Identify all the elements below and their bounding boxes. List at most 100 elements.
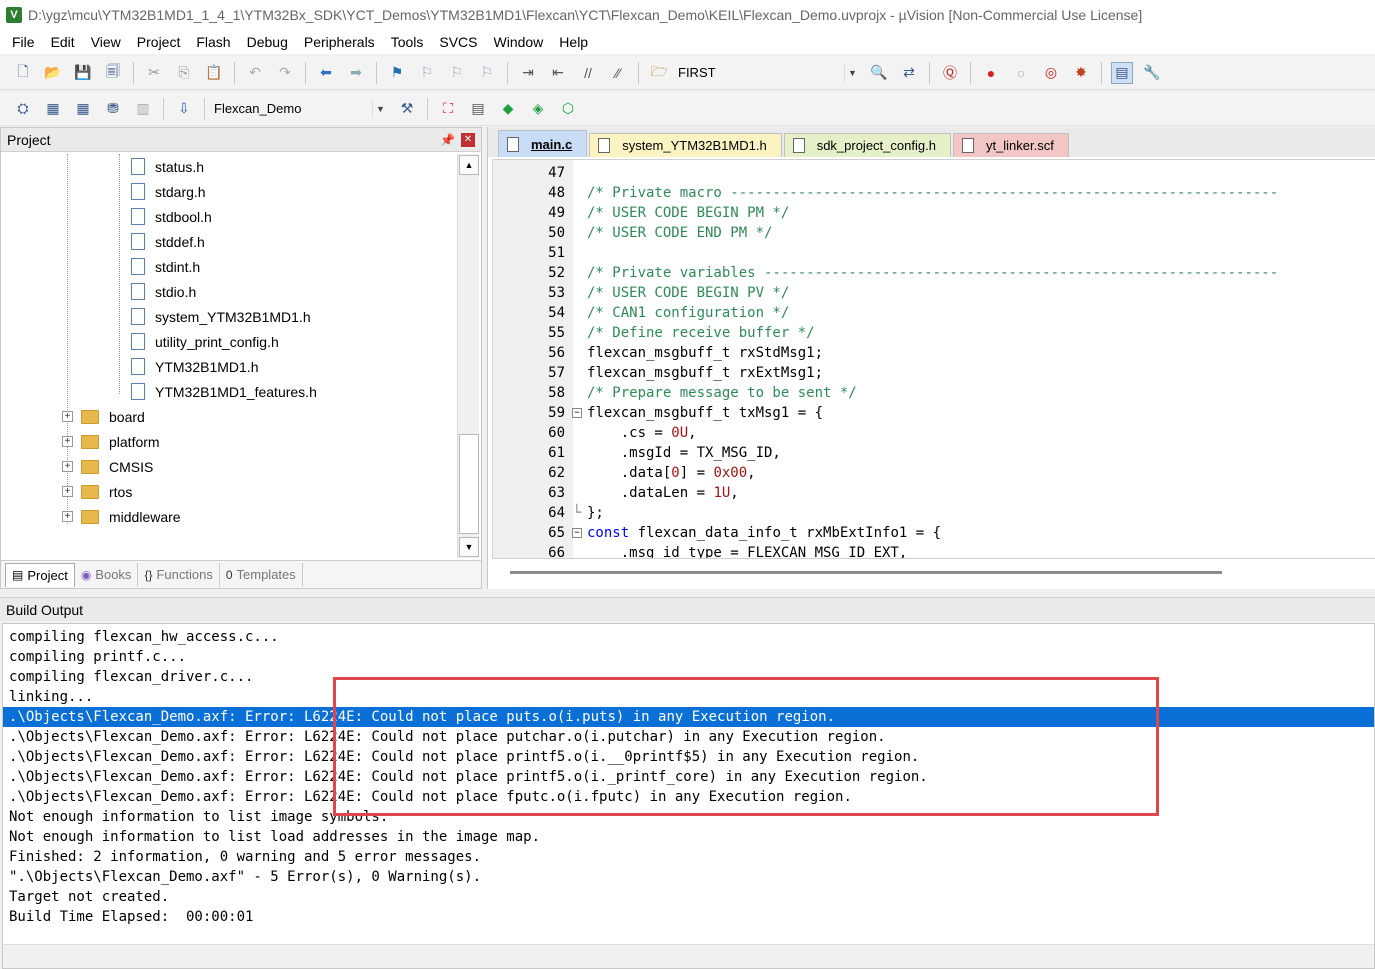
- tree-file-item[interactable]: YTM32B1MD1.h: [131, 354, 258, 379]
- breakpoint-icon[interactable]: ●: [980, 62, 1002, 84]
- close-icon[interactable]: ✕: [461, 132, 475, 147]
- tree-file-item[interactable]: utility_print_config.h: [131, 329, 279, 354]
- download-icon[interactable]: ⇩: [173, 98, 195, 120]
- menu-svcs[interactable]: SVCS: [431, 34, 485, 50]
- debug-session-icon[interactable]: Ⓠ: [939, 62, 961, 84]
- incremental-find-icon[interactable]: ⇄: [898, 62, 920, 84]
- comment-icon[interactable]: //: [577, 62, 599, 84]
- build-output-line[interactable]: Target not created.: [3, 887, 1374, 907]
- manage-project-items-icon[interactable]: ⛶: [437, 98, 459, 120]
- file-extensions-icon[interactable]: ▤: [467, 98, 489, 120]
- editor-horizontal-scrollbar[interactable]: [510, 571, 1222, 574]
- menu-debug[interactable]: Debug: [239, 34, 296, 50]
- bookmark-icon[interactable]: ⚑: [386, 62, 408, 84]
- find-combo[interactable]: FIRST ▼: [674, 62, 864, 84]
- tab-project[interactable]: ▤ Project: [5, 562, 75, 587]
- copy-icon[interactable]: ⎘: [173, 62, 195, 84]
- target-select[interactable]: Flexcan_Demo ▼: [210, 98, 392, 120]
- menu-project[interactable]: Project: [129, 34, 189, 50]
- project-tree-scrollbar[interactable]: ▲ ▼: [457, 154, 479, 558]
- build-output-line[interactable]: Build Time Elapsed: 00:00:01: [3, 907, 1374, 927]
- build-output-line[interactable]: Not enough information to list load addr…: [3, 827, 1374, 847]
- undo-icon[interactable]: ↶: [244, 62, 266, 84]
- code-area[interactable]: 47 48 /* Private macro -------------------…: [492, 159, 1375, 559]
- target-options-icon[interactable]: ⚒: [396, 98, 418, 120]
- back-arrow-icon[interactable]: ⬅: [315, 62, 337, 84]
- tree-file-item[interactable]: stdbool.h: [131, 204, 212, 229]
- tab-system-h[interactable]: system_YTM32B1MD1.h: [589, 133, 782, 157]
- batch-build-icon[interactable]: ⛃: [102, 98, 124, 120]
- tree-folder-cmsis[interactable]: + CMSIS: [62, 454, 153, 479]
- menu-peripherals[interactable]: Peripherals: [296, 34, 383, 50]
- tab-books[interactable]: ◉ Books: [75, 562, 139, 587]
- disable-breakpoint-icon[interactable]: ○: [1010, 62, 1032, 84]
- chevron-down-icon[interactable]: ▼: [844, 63, 860, 82]
- fold-marker[interactable]: −: [569, 408, 585, 418]
- find-in-files-icon[interactable]: 🗁: [648, 62, 670, 84]
- menu-flash[interactable]: Flash: [188, 34, 238, 50]
- pin-icon[interactable]: 📌: [440, 133, 455, 147]
- build-icon[interactable]: ▦: [42, 98, 64, 120]
- unindent-icon[interactable]: ⇤: [547, 62, 569, 84]
- disable-all-breakpoints-icon[interactable]: ◎: [1040, 62, 1062, 84]
- menu-view[interactable]: View: [83, 34, 129, 50]
- tab-main-c[interactable]: main.c: [498, 130, 588, 157]
- tree-file-item[interactable]: stddef.h: [131, 229, 205, 254]
- tree-file-item[interactable]: status.h: [131, 154, 204, 179]
- tab-templates[interactable]: 0 Templates: [220, 562, 303, 587]
- expand-icon[interactable]: +: [62, 411, 73, 422]
- tree-file-item[interactable]: YTM32B1MD1_features.h: [131, 379, 317, 404]
- expand-icon[interactable]: +: [62, 436, 73, 447]
- new-file-icon[interactable]: 🗋: [12, 62, 34, 84]
- forward-arrow-icon[interactable]: ➡: [345, 62, 367, 84]
- scroll-down-icon[interactable]: ▼: [459, 537, 479, 557]
- tree-file-item[interactable]: stdint.h: [131, 254, 200, 279]
- tree-folder-platform[interactable]: + platform: [62, 429, 160, 454]
- find-icon[interactable]: 🔍: [868, 62, 890, 84]
- pack-installer-icon[interactable]: ◆: [497, 98, 519, 120]
- save-all-icon[interactable]: 🗐: [102, 62, 124, 84]
- build-output-scrollbar[interactable]: [3, 944, 1374, 968]
- rebuild-icon[interactable]: ▦: [72, 98, 94, 120]
- menu-edit[interactable]: Edit: [43, 34, 83, 50]
- redo-icon[interactable]: ↷: [274, 62, 296, 84]
- menu-help[interactable]: Help: [551, 34, 596, 50]
- open-icon[interactable]: 📂: [42, 62, 64, 84]
- tree-file-item[interactable]: system_YTM32B1MD1.h: [131, 304, 311, 329]
- menu-tools[interactable]: Tools: [383, 34, 432, 50]
- manage-run-time-environment-icon[interactable]: ⬡: [557, 98, 579, 120]
- tab-linker-scf[interactable]: yt_linker.scf: [952, 133, 1069, 157]
- uncomment-icon[interactable]: ⁄⁄: [607, 62, 629, 84]
- menu-file[interactable]: File: [4, 34, 43, 50]
- clear-bookmarks-icon[interactable]: ⚐: [476, 62, 498, 84]
- fold-marker[interactable]: −: [569, 528, 585, 538]
- expand-icon[interactable]: +: [62, 511, 73, 522]
- build-output-line[interactable]: compiling printf.c...: [3, 647, 1374, 667]
- tree-file-item[interactable]: stdio.h: [131, 279, 196, 304]
- fold-marker[interactable]: └: [569, 505, 585, 521]
- stop-build-icon[interactable]: ▥: [132, 98, 154, 120]
- window-layout-icon[interactable]: ▤: [1111, 61, 1133, 84]
- build-output-line[interactable]: compiling flexcan_hw_access.c...: [3, 627, 1374, 647]
- build-output-line[interactable]: ".\Objects\Flexcan_Demo.axf" - 5 Error(s…: [3, 867, 1374, 887]
- tab-functions[interactable]: {} Functions: [138, 562, 220, 587]
- build-output-line[interactable]: Finished: 2 information, 0 warning and 5…: [3, 847, 1374, 867]
- tree-file-item[interactable]: stdarg.h: [131, 179, 206, 204]
- scroll-up-icon[interactable]: ▲: [459, 155, 479, 175]
- prev-bookmark-icon[interactable]: ⚐: [416, 62, 438, 84]
- tree-folder-board[interactable]: + board: [62, 404, 145, 429]
- tree-folder-rtos[interactable]: + rtos: [62, 479, 132, 504]
- save-icon[interactable]: 💾: [72, 62, 94, 84]
- cut-icon[interactable]: ✂: [143, 62, 165, 84]
- menu-window[interactable]: Window: [486, 34, 552, 50]
- select-software-packs-icon[interactable]: ◈: [527, 98, 549, 120]
- kill-breakpoints-icon[interactable]: ✸: [1070, 62, 1092, 84]
- paste-icon[interactable]: 📋: [203, 62, 225, 84]
- tree-folder-middleware[interactable]: + middleware: [62, 504, 181, 529]
- expand-icon[interactable]: +: [62, 486, 73, 497]
- build-output-area[interactable]: compiling flexcan_hw_access.c... compilin…: [2, 623, 1375, 969]
- scrollbar-thumb[interactable]: [459, 434, 479, 534]
- collapse-icon[interactable]: −: [572, 408, 582, 418]
- chevron-down-icon[interactable]: ▼: [372, 99, 388, 118]
- configure-icon[interactable]: 🔧: [1141, 62, 1163, 84]
